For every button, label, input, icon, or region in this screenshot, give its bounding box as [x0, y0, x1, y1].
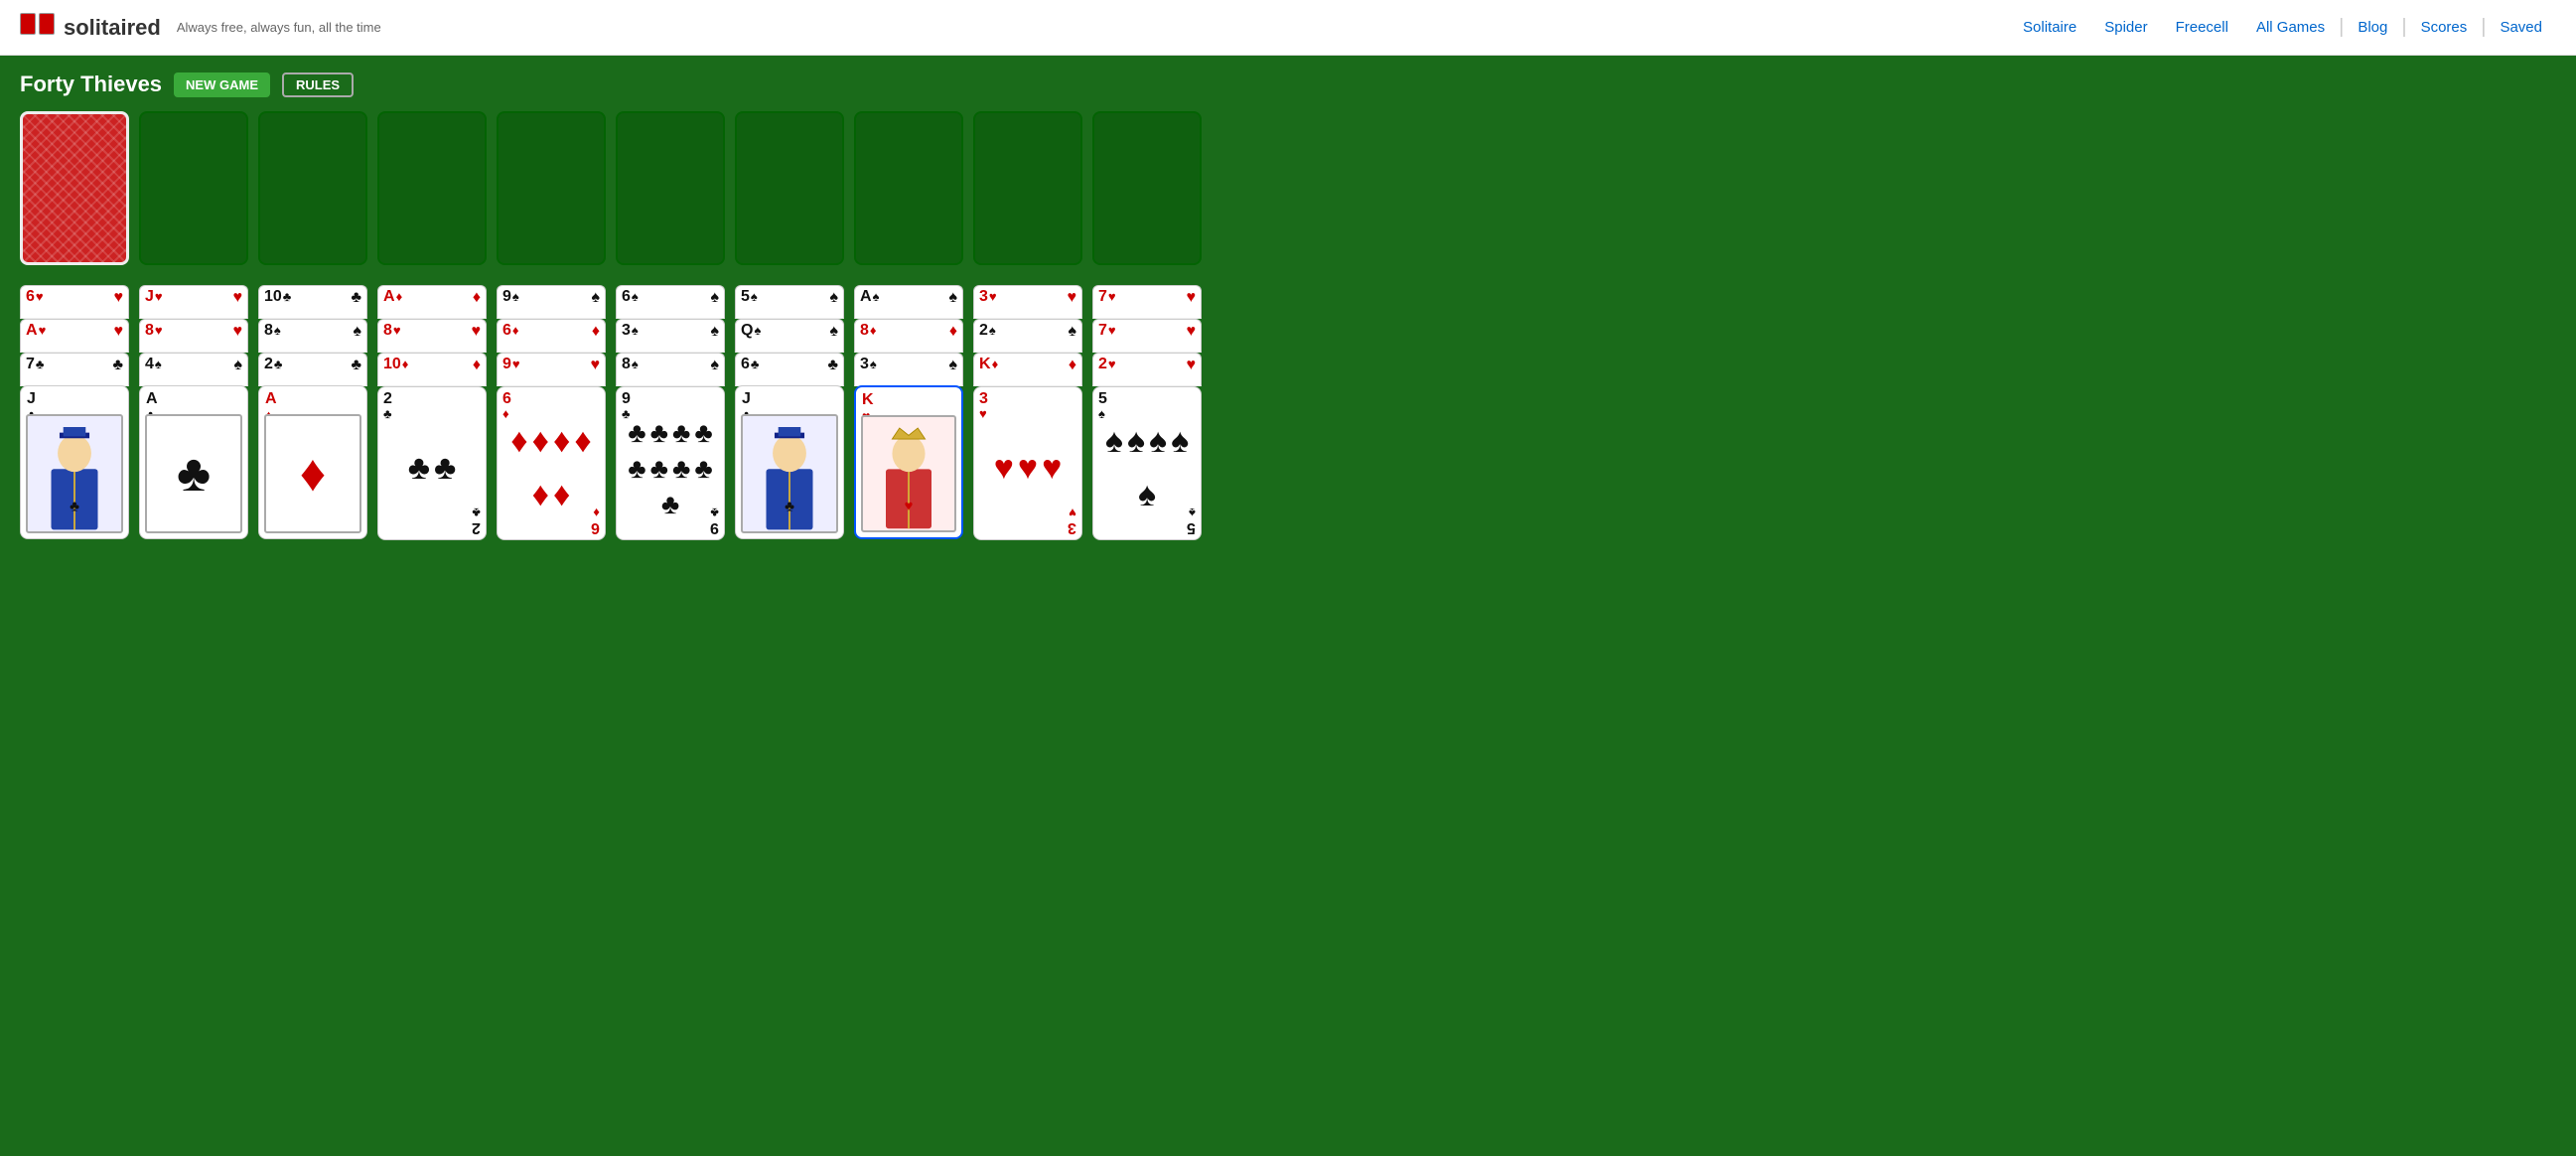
card-6♦[interactable]: 6♦♦	[497, 319, 606, 353]
foundation-slot-4[interactable]	[616, 111, 725, 265]
card-8♠[interactable]: 8♠♠	[616, 353, 725, 386]
tableau-col-2: 10♣♣8♠♠2♣♣A♦A♦♦	[258, 285, 367, 540]
card-A♣[interactable]: A♣A♣♣	[139, 385, 248, 539]
game-title-bar: Forty Thieves NEW GAME RULES	[20, 72, 2556, 97]
foundation-slot-7[interactable]	[973, 111, 1082, 265]
card-8♠[interactable]: 8♠♠	[258, 319, 367, 353]
tableau-col-5: 6♠♠3♠♠8♠♠9♣9♣♣♣♣♣♣♣♣♣♣	[616, 285, 725, 540]
tagline: Always free, always fun, all the time	[177, 20, 381, 35]
card-8♥[interactable]: 8♥♥	[139, 319, 248, 353]
card-8♥[interactable]: 8♥♥	[377, 319, 487, 353]
card-K♥[interactable]: K♥K♥♥	[854, 385, 963, 539]
card-6♠[interactable]: 6♠♠	[616, 285, 725, 319]
tableau-col-4: 9♠♠6♦♦9♥♥6♦6♦♦♦♦♦♦♦	[497, 285, 606, 540]
foundation-slot-5[interactable]	[735, 111, 844, 265]
nav: Solitaire Spider Freecell All Games | Bl…	[2009, 16, 2556, 39]
card-5♠[interactable]: 5♠♠	[735, 285, 844, 319]
header: solitaired Always free, always fun, all …	[0, 0, 2576, 56]
nav-all-games[interactable]: All Games	[2242, 19, 2339, 36]
card-2♣[interactable]: 2♣2♣♣♣	[377, 386, 487, 540]
card-3♥[interactable]: 3♥3♥♥♥♥	[973, 386, 1082, 540]
stock-pile[interactable]	[20, 111, 129, 265]
nav-scores[interactable]: Scores	[2407, 19, 2482, 36]
nav-spider[interactable]: Spider	[2090, 19, 2161, 36]
nav-blog[interactable]: Blog	[2344, 19, 2401, 36]
svg-text:♣: ♣	[70, 499, 79, 515]
card-6♥[interactable]: 6♥♥	[20, 285, 129, 319]
card-3♥[interactable]: 3♥♥	[973, 285, 1082, 319]
top-area	[20, 111, 2556, 265]
card-7♥[interactable]: 7♥♥	[1092, 285, 1202, 319]
foundation-slot-3[interactable]	[497, 111, 606, 265]
card-2♠[interactable]: 2♠♠	[973, 319, 1082, 353]
svg-text:♥: ♥	[905, 499, 914, 514]
card-7♥[interactable]: 7♥♥	[1092, 319, 1202, 353]
foundation-slot-6[interactable]	[854, 111, 963, 265]
foundation-slot-8[interactable]	[1092, 111, 1202, 265]
card-10♣[interactable]: 10♣♣	[258, 285, 367, 319]
card-6♣[interactable]: 6♣♣	[735, 353, 844, 386]
card-9♣[interactable]: 9♣9♣♣♣♣♣♣♣♣♣♣	[616, 386, 725, 540]
logo[interactable]: solitaired	[20, 13, 161, 43]
new-game-button[interactable]: NEW GAME	[174, 72, 270, 97]
card-A♦[interactable]: A♦♦	[377, 285, 487, 319]
card-9♥[interactable]: 9♥♥	[497, 353, 606, 386]
tableau-col-8: 3♥♥2♠♠K♦♦3♥3♥♥♥♥	[973, 285, 1082, 540]
tableau-col-6: 5♠♠Q♠♠6♣♣J♣J♣♣	[735, 285, 844, 540]
foundation-slot-2[interactable]	[377, 111, 487, 265]
card-6♦[interactable]: 6♦6♦♦♦♦♦♦♦	[497, 386, 606, 540]
card-J♥[interactable]: J♥♥	[139, 285, 248, 319]
tableau: 6♥♥A♥♥7♣♣J♣J♣♣J♥♥8♥♥4♠♠A♣A♣♣10♣♣8♠♠2♣♣A♦…	[20, 285, 2556, 540]
card-3♠[interactable]: 3♠♠	[616, 319, 725, 353]
waste-slot	[139, 111, 248, 265]
card-2♥[interactable]: 2♥♥	[1092, 353, 1202, 386]
card-3♠[interactable]: 3♠♠	[854, 353, 963, 386]
card-J♣[interactable]: J♣J♣♣	[735, 385, 844, 539]
tableau-col-1: J♥♥8♥♥4♠♠A♣A♣♣	[139, 285, 248, 540]
tableau-col-9: 7♥♥7♥♥2♥♥5♠5♠♠♠♠♠♠	[1092, 285, 1202, 540]
card-A♥[interactable]: A♥♥	[20, 319, 129, 353]
tableau-col-3: A♦♦8♥♥10♦♦2♣2♣♣♣	[377, 285, 487, 540]
card-A♠[interactable]: A♠♠	[854, 285, 963, 319]
card-10♦[interactable]: 10♦♦	[377, 353, 487, 386]
card-A♦[interactable]: A♦A♦♦	[258, 385, 367, 539]
svg-text:♣: ♣	[785, 499, 794, 515]
game-title: Forty Thieves	[20, 72, 162, 97]
game-area: Forty Thieves NEW GAME RULES 6♥♥A♥♥7♣♣J♣…	[0, 56, 2576, 1156]
logo-text[interactable]: solitaired	[64, 15, 161, 41]
card-8♦[interactable]: 8♦♦	[854, 319, 963, 353]
logo-icon	[20, 13, 56, 43]
nav-solitaire[interactable]: Solitaire	[2009, 19, 2090, 36]
card-7♣[interactable]: 7♣♣	[20, 353, 129, 386]
card-2♣[interactable]: 2♣♣	[258, 353, 367, 386]
tableau-col-7: A♠♠8♦♦3♠♠K♥K♥♥	[854, 285, 963, 540]
nav-saved[interactable]: Saved	[2486, 19, 2556, 36]
card-back-pattern	[23, 114, 126, 262]
card-J♣[interactable]: J♣J♣♣	[20, 385, 129, 539]
foundation-slot-1[interactable]	[258, 111, 367, 265]
card-4♠[interactable]: 4♠♠	[139, 353, 248, 386]
card-5♠[interactable]: 5♠5♠♠♠♠♠♠	[1092, 386, 1202, 540]
tableau-col-0: 6♥♥A♥♥7♣♣J♣J♣♣	[20, 285, 129, 540]
card-Q♠[interactable]: Q♠♠	[735, 319, 844, 353]
card-K♦[interactable]: K♦♦	[973, 353, 1082, 386]
nav-freecell[interactable]: Freecell	[2162, 19, 2242, 36]
rules-button[interactable]: RULES	[282, 72, 354, 97]
card-9♠[interactable]: 9♠♠	[497, 285, 606, 319]
